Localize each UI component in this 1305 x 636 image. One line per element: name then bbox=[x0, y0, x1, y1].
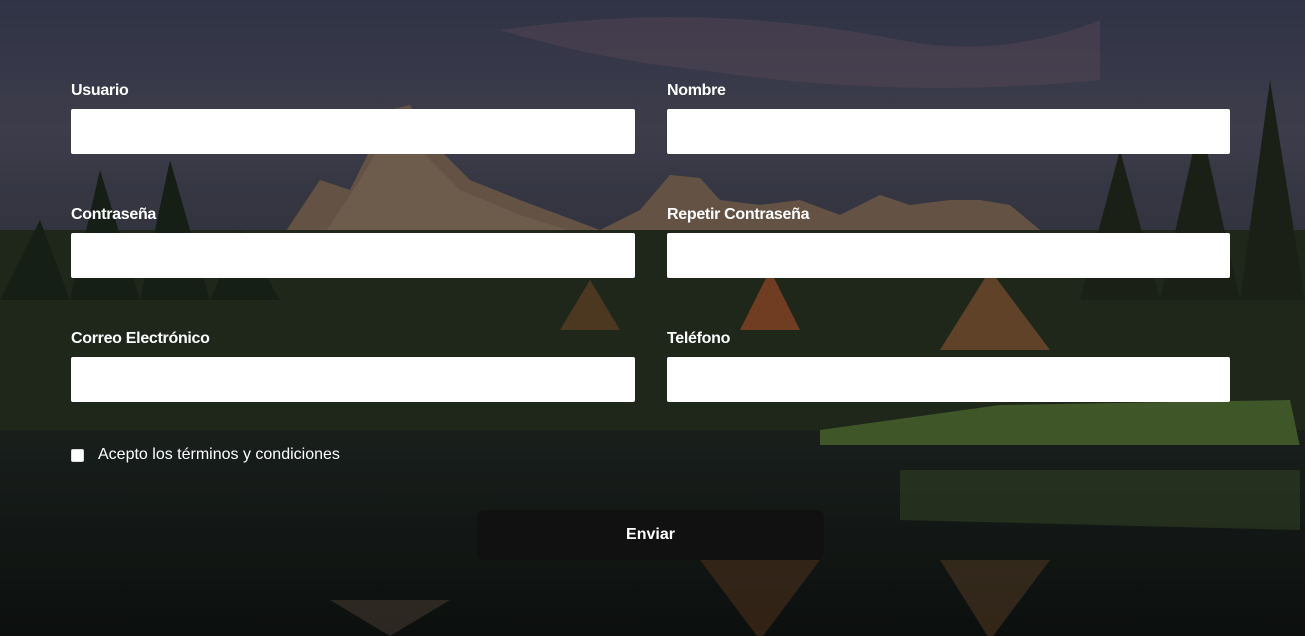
terms-row: Acepto los términos y condiciones bbox=[71, 446, 340, 464]
correo-field-group: Correo Electrónico bbox=[71, 329, 635, 402]
repetir-contrasena-field-group: Repetir Contraseña bbox=[667, 205, 1230, 278]
nombre-label: Nombre bbox=[667, 82, 726, 99]
nombre-input[interactable] bbox=[667, 109, 1230, 154]
correo-label: Correo Electrónico bbox=[71, 330, 210, 347]
telefono-field-group: Teléfono bbox=[667, 329, 1230, 402]
telefono-label: Teléfono bbox=[667, 330, 731, 347]
usuario-input[interactable] bbox=[71, 109, 635, 154]
telefono-input[interactable] bbox=[667, 357, 1230, 402]
contrasena-label: Contraseña bbox=[71, 206, 157, 223]
repetir-contrasena-label: Repetir Contraseña bbox=[667, 206, 810, 223]
contrasena-input[interactable] bbox=[71, 233, 635, 278]
nombre-field-group: Nombre bbox=[667, 81, 1230, 154]
terms-label: Acepto los términos y condiciones bbox=[98, 446, 340, 463]
submit-button[interactable]: Enviar bbox=[477, 510, 824, 560]
correo-input[interactable] bbox=[71, 357, 635, 402]
contrasena-field-group: Contraseña bbox=[71, 205, 635, 278]
usuario-label: Usuario bbox=[71, 82, 129, 99]
repetir-contrasena-input[interactable] bbox=[667, 233, 1230, 278]
registration-form: Usuario Nombre Contraseña Repetir Contra… bbox=[0, 0, 1305, 636]
usuario-field-group: Usuario bbox=[71, 81, 635, 154]
terms-checkbox[interactable] bbox=[71, 448, 84, 462]
